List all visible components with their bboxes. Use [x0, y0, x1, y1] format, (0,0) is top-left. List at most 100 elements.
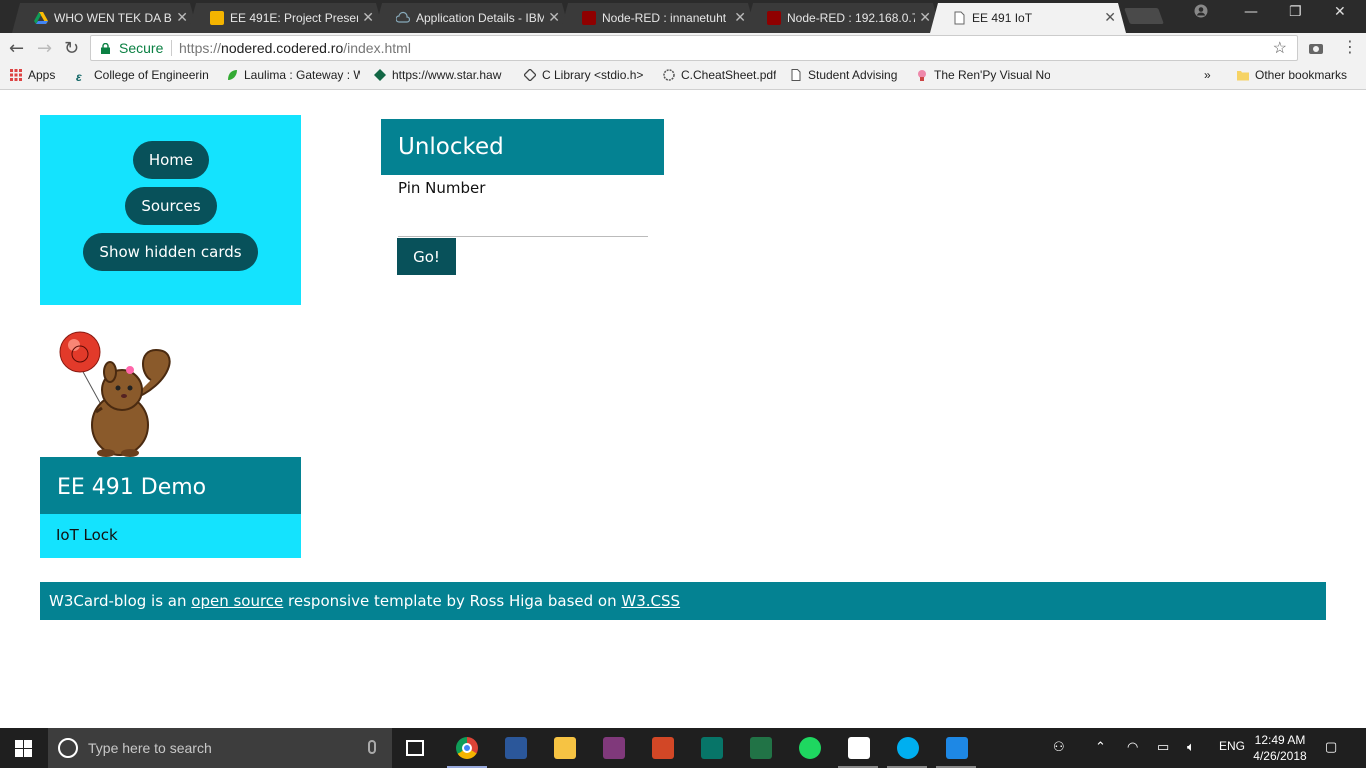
back-icon[interactable]: ← — [9, 38, 24, 59]
home-button[interactable]: Home — [133, 141, 209, 179]
publisher-icon[interactable] — [701, 737, 723, 759]
bookmark-apps[interactable]: Apps — [10, 68, 55, 82]
close-icon[interactable]: ✕ — [734, 9, 746, 26]
nav-card: Home Sources Show hidden cards — [40, 115, 301, 305]
browser-tab-3[interactable]: Application Details - IBM ✕ — [374, 3, 570, 33]
close-icon[interactable]: ✕ — [362, 9, 374, 26]
cortana-icon — [58, 738, 78, 758]
wifi-icon[interactable]: ◠ — [1127, 739, 1138, 755]
volume-icon[interactable]: 🔈︎ — [1187, 739, 1195, 755]
close-icon[interactable]: ✕ — [176, 9, 188, 26]
forward-icon[interactable]: → — [37, 38, 52, 59]
address-bar[interactable]: Secure https://nodered.codered.ro/index.… — [90, 35, 1298, 61]
url-text[interactable]: https://nodered.codered.ro/index.html — [179, 40, 411, 56]
language-indicator[interactable]: ENG — [1219, 739, 1245, 753]
powerpoint-icon[interactable] — [652, 737, 674, 759]
task-view-icon[interactable] — [406, 740, 424, 756]
skype-icon[interactable] — [897, 737, 919, 759]
tab-title: EE 491E: Project Presen — [230, 11, 358, 25]
page-icon — [790, 69, 802, 81]
taskbar-search-box[interactable]: Type here to search — [48, 728, 392, 768]
chrome-icon[interactable] — [456, 737, 478, 759]
apps-grid-icon — [10, 69, 22, 81]
bookmarks-bar: Apps ε College of Engineerin Laulima : Ga… — [0, 63, 1366, 90]
new-tab-button[interactable] — [1124, 8, 1164, 24]
word-icon[interactable] — [505, 737, 527, 759]
demo-card: EE 491 Demo IoT Lock — [40, 457, 301, 558]
browser-tab-2[interactable]: EE 491E: Project Presen ✕ — [188, 3, 384, 33]
lock-icon — [101, 41, 110, 54]
browser-tab-4[interactable]: Node-RED : innanetuht ✕ — [560, 3, 756, 33]
other-bookmarks[interactable]: Other bookmarks — [1237, 68, 1347, 82]
sticky-notes-icon[interactable] — [848, 737, 870, 759]
action-center-icon[interactable]: ▢ — [1325, 739, 1337, 755]
cloud-icon — [396, 11, 410, 25]
extension-icon[interactable] — [1308, 40, 1324, 54]
browser-tab-1[interactable]: WHO WEN TEK DA BIKE ✕ — [12, 3, 198, 33]
diamond-icon — [374, 69, 386, 81]
bookmark-renpy[interactable]: The Ren'Py Visual No — [916, 68, 1050, 82]
bookmarks-overflow-icon[interactable]: » — [1204, 68, 1211, 82]
tab-title: WHO WEN TEK DA BIKE — [54, 11, 172, 25]
spotify-icon[interactable] — [799, 737, 821, 759]
pdf-icon — [663, 69, 675, 81]
menu-icon[interactable]: ⋮ — [1342, 37, 1358, 56]
google-slides-icon — [210, 11, 224, 25]
open-source-link[interactable]: open source — [191, 592, 283, 610]
tab-title: EE 491 IoT — [972, 11, 1033, 25]
bookmark-college[interactable]: ε College of Engineerin — [76, 68, 212, 82]
browser-tab-5[interactable]: Node-RED : 192.168.0.7 ✕ — [745, 3, 941, 33]
minimize-icon[interactable]: — — [1244, 4, 1258, 20]
squirrel-balloon-image — [59, 331, 171, 457]
clock-time: 12:49 AM — [1254, 733, 1306, 747]
close-icon[interactable]: ✕ — [919, 9, 931, 26]
close-window-icon[interactable]: ✕ — [1334, 4, 1346, 20]
go-button[interactable]: Go! — [397, 238, 456, 275]
excel-icon[interactable] — [750, 737, 772, 759]
demo-card-subtitle: IoT Lock — [40, 514, 301, 558]
college-icon: ε — [76, 70, 82, 82]
close-icon[interactable]: ✕ — [548, 9, 560, 26]
taskbar-clock[interactable]: 12:49 AM 4/26/2018 — [1250, 732, 1310, 764]
leaf-icon — [226, 69, 238, 81]
bookmark-laulima[interactable]: Laulima : Gateway : W — [226, 68, 360, 82]
lock-status-header: Unlocked — [381, 119, 664, 175]
tab-title: Node-RED : innanetuht — [602, 11, 727, 25]
bookmark-cheatsheet[interactable]: C.CheatSheet.pdf — [663, 68, 776, 82]
battery-icon[interactable]: ▭ — [1157, 739, 1169, 755]
document-icon — [952, 11, 966, 25]
profile-icon[interactable] — [1194, 4, 1208, 22]
vscode-icon[interactable] — [946, 737, 968, 759]
maximize-icon[interactable]: ❐ — [1289, 4, 1302, 20]
show-hidden-icons-chevron-icon[interactable]: ⌃ — [1095, 739, 1106, 755]
node-red-icon — [582, 11, 596, 25]
onenote-icon[interactable] — [603, 737, 625, 759]
search-placeholder: Type here to search — [88, 740, 212, 756]
browser-toolbar: ← → ↻ Secure https://nodered.codered.ro/… — [0, 33, 1366, 63]
bookmark-star[interactable]: https://www.star.haw — [374, 68, 510, 82]
tab-title: Node-RED : 192.168.0.7 — [787, 11, 915, 25]
tab-title: Application Details - IBM — [416, 11, 544, 25]
windows-start-icon[interactable] — [15, 740, 32, 757]
bookmark-c-library[interactable]: C Library <stdio.h> — [524, 68, 643, 82]
bookmark-advising[interactable]: Student Advising — [790, 68, 897, 82]
file-explorer-icon[interactable] — [554, 737, 576, 759]
folder-icon — [1237, 69, 1249, 81]
close-icon[interactable]: ✕ — [1104, 9, 1116, 26]
divider — [171, 40, 172, 56]
footer: W3Card-blog is an open source responsive… — [40, 582, 1326, 620]
microphone-icon[interactable] — [368, 740, 376, 754]
renpy-icon — [916, 69, 928, 81]
browser-tab-strip: WHO WEN TEK DA BIKE ✕ EE 491E: Project P… — [0, 0, 1366, 33]
w3css-link[interactable]: W3.CSS — [621, 592, 680, 610]
browser-tab-6[interactable]: EE 491 IoT ✕ — [930, 3, 1126, 33]
reload-icon[interactable]: ↻ — [64, 38, 79, 59]
c-library-icon — [524, 68, 537, 82]
bookmark-star-icon[interactable]: ☆ — [1273, 38, 1287, 58]
sources-button[interactable]: Sources — [125, 187, 217, 225]
people-icon[interactable]: ⚇ — [1053, 739, 1065, 755]
pin-number-input[interactable] — [398, 200, 648, 237]
pin-number-label: Pin Number — [398, 179, 486, 197]
node-red-icon — [767, 11, 781, 25]
show-hidden-cards-button[interactable]: Show hidden cards — [83, 233, 258, 271]
